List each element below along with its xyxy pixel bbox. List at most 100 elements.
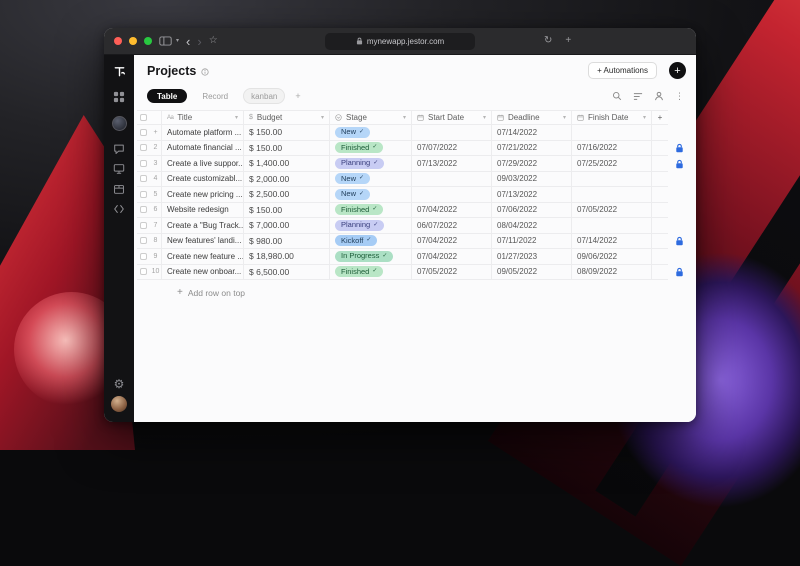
start-date-cell[interactable] [412,125,492,141]
column-header-budget[interactable]: $Budget▾ [244,110,330,125]
chevron-down-icon[interactable]: ▾ [403,114,406,121]
stage-cell[interactable]: In Progress✓ [330,249,412,265]
automations-button[interactable]: + Automations [588,62,657,79]
finish-date-cell[interactable] [572,187,652,203]
package-icon[interactable] [111,181,127,197]
row-checkbox[interactable] [140,206,147,213]
minimize-button[interactable] [129,37,137,45]
tab-record[interactable]: Record [195,89,235,103]
budget-cell[interactable]: $ 1,400.00 [244,156,330,172]
stage-badge[interactable]: Planning✓ [335,220,384,231]
row-number[interactable]: 9 [150,249,162,265]
stage-badge[interactable]: Finished✓ [335,204,383,215]
finish-date-cell[interactable]: 08/09/2022 [572,265,652,281]
start-date-cell[interactable]: 06/07/2022 [412,218,492,234]
table-row[interactable]: 5Create new pricing ...$ 2,500.00New✓07/… [137,187,696,203]
chevron-down-icon[interactable]: ▾ [483,114,486,121]
chevron-down-icon[interactable]: ▾ [643,114,646,121]
deadline-cell[interactable]: 08/04/2022 [492,218,572,234]
title-cell[interactable]: Website redesign [162,203,244,219]
row-number[interactable]: 6 [150,203,162,219]
select-all-checkbox[interactable] [140,114,147,121]
budget-cell[interactable]: $ 18,980.00 [244,249,330,265]
stage-badge[interactable]: Planning✓ [335,158,384,169]
deadline-cell[interactable]: 01/27/2023 [492,249,572,265]
filter-icon[interactable] [633,92,643,101]
close-button[interactable] [114,37,122,45]
table-row[interactable]: +Automate platform ...$ 150.00New✓07/14/… [137,125,696,141]
search-icon[interactable] [612,91,622,101]
budget-cell[interactable]: $ 980.00 [244,234,330,250]
start-date-cell[interactable] [412,187,492,203]
stage-badge[interactable]: New✓ [335,189,370,200]
start-date-cell[interactable]: 07/05/2022 [412,265,492,281]
row-checkbox[interactable] [140,222,147,229]
stage-badge[interactable]: In Progress✓ [335,251,393,262]
refresh-icon[interactable]: ↻ [544,36,552,46]
finish-date-cell[interactable] [572,172,652,188]
tab-table[interactable]: Table [147,89,187,103]
table-row[interactable]: 8New features' landi...$ 980.00Kickoff✓0… [137,234,696,250]
stage-badge[interactable]: Finished✓ [335,266,383,277]
budget-cell[interactable]: $ 7,000.00 [244,218,330,234]
title-cell[interactable]: Create a live suppor... [162,156,244,172]
finish-date-cell[interactable]: 07/14/2022 [572,234,652,250]
stage-cell[interactable]: New✓ [330,172,412,188]
stage-cell[interactable]: New✓ [330,187,412,203]
row-checkbox[interactable] [140,160,147,167]
deadline-cell[interactable]: 09/03/2022 [492,172,572,188]
add-view-button[interactable]: + [293,91,302,101]
finish-date-cell[interactable]: 07/25/2022 [572,156,652,172]
stage-badge[interactable]: New✓ [335,127,370,138]
sidebar-toggle-icon[interactable] [159,36,172,46]
column-header-stage[interactable]: Stage▾ [330,110,412,125]
table-row[interactable]: 6Website redesign$ 150.00Finished✓07/04/… [137,203,696,219]
stage-cell[interactable]: Finished✓ [330,265,412,281]
start-date-cell[interactable]: 07/04/2022 [412,203,492,219]
start-date-cell[interactable]: 07/04/2022 [412,249,492,265]
start-date-cell[interactable]: 07/07/2022 [412,141,492,157]
chat-icon[interactable] [111,141,127,157]
title-cell[interactable]: Create new pricing ... [162,187,244,203]
budget-cell[interactable]: $ 2,000.00 [244,172,330,188]
stage-badge[interactable]: New✓ [335,173,370,184]
stage-cell[interactable]: Planning✓ [330,156,412,172]
zoom-button[interactable] [144,37,152,45]
deadline-cell[interactable]: 07/29/2022 [492,156,572,172]
title-cell[interactable]: Automate platform ... [162,125,244,141]
row-checkbox[interactable] [140,175,147,182]
start-date-cell[interactable] [412,172,492,188]
record-lock-icon[interactable] [675,267,684,277]
back-icon[interactable]: ‹ [186,35,190,48]
finish-date-cell[interactable]: 07/05/2022 [572,203,652,219]
title-cell[interactable]: Automate financial ... [162,141,244,157]
table-row[interactable]: 2Automate financial ...$ 150.00Finished✓… [137,141,696,157]
budget-cell[interactable]: $ 150.00 [244,125,330,141]
deadline-cell[interactable]: 07/06/2022 [492,203,572,219]
forward-icon[interactable]: › [197,35,201,48]
monitor-icon[interactable] [111,161,127,177]
row-number[interactable]: 10 [150,265,162,281]
title-cell[interactable]: Create new feature ... [162,249,244,265]
row-checkbox[interactable] [140,129,147,136]
row-checkbox[interactable] [140,144,147,151]
record-lock-icon[interactable] [675,236,684,246]
title-cell[interactable]: Create customizabl... [162,172,244,188]
table-row[interactable]: 3Create a live suppor...$ 1,400.00Planni… [137,156,696,172]
budget-cell[interactable]: $ 150.00 [244,141,330,157]
stage-cell[interactable]: Finished✓ [330,203,412,219]
info-icon[interactable] [201,68,209,76]
finish-date-cell[interactable]: 07/16/2022 [572,141,652,157]
add-row-button[interactable]: + Add row on top [137,280,696,298]
title-cell[interactable]: Create a "Bug Track... [162,218,244,234]
start-date-cell[interactable]: 07/13/2022 [412,156,492,172]
finish-date-cell[interactable]: 09/06/2022 [572,249,652,265]
start-date-cell[interactable]: 07/04/2022 [412,234,492,250]
table-row[interactable]: 10Create new onboar...$ 6,500.00Finished… [137,265,696,281]
stage-cell[interactable]: Kickoff✓ [330,234,412,250]
chevron-down-icon[interactable]: ▾ [563,114,566,121]
finish-date-cell[interactable] [572,125,652,141]
row-number[interactable]: 2 [150,141,162,157]
chevron-down-icon[interactable]: ▾ [235,114,238,121]
table-row[interactable]: 4Create customizabl...$ 2,000.00New✓09/0… [137,172,696,188]
